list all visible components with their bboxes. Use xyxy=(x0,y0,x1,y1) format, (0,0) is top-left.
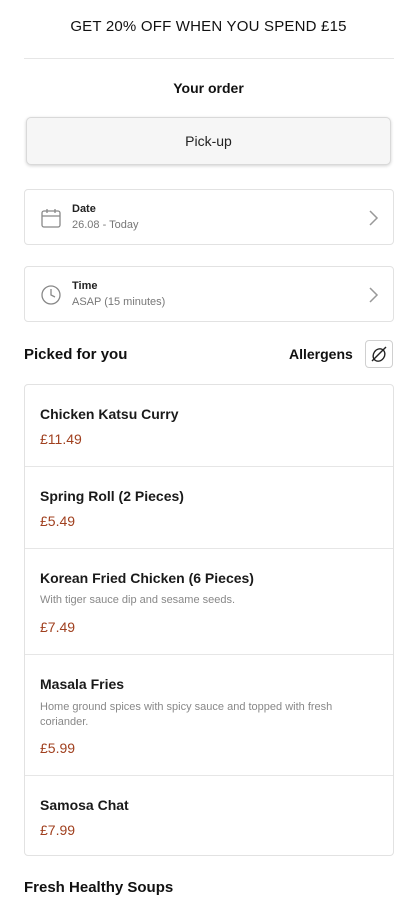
allergens-button[interactable] xyxy=(365,340,393,368)
menu-list: Chicken Katsu Curry £11.49 Spring Roll (… xyxy=(24,384,394,856)
time-label: Time xyxy=(72,280,98,292)
item-name: Spring Roll (2 Pieces) xyxy=(40,488,184,504)
order-title: Your order xyxy=(173,80,244,96)
section-title-fresh-healthy-soups: Fresh Healthy Soups xyxy=(24,879,174,896)
item-price: £5.49 xyxy=(40,513,76,529)
date-value: 26.08 - Today xyxy=(72,219,139,231)
item-name: Chicken Katsu Curry xyxy=(40,406,179,422)
item-price: £7.99 xyxy=(40,822,76,838)
calendar-icon xyxy=(41,209,61,228)
item-name: Korean Fried Chicken (6 Pieces) xyxy=(40,570,254,586)
allergen-filter-icon xyxy=(371,346,387,362)
pickup-button[interactable]: Pick-up xyxy=(26,117,391,165)
item-name: Samosa Chat xyxy=(40,797,129,813)
chevron-right-icon xyxy=(369,210,379,226)
time-selector[interactable]: Time ASAP (15 minutes) xyxy=(24,266,394,322)
item-price: £11.49 xyxy=(40,431,82,447)
divider xyxy=(24,58,394,59)
menu-item[interactable]: Spring Roll (2 Pieces) £5.49 xyxy=(25,467,393,549)
date-selector[interactable]: Date 26.08 - Today xyxy=(24,189,394,245)
section-title-picked-for-you: Picked for you xyxy=(24,346,128,363)
menu-item[interactable]: Samosa Chat £7.99 xyxy=(25,776,393,855)
item-description: Home ground spices with spicy sauce and … xyxy=(40,701,333,728)
time-value: ASAP (15 minutes) xyxy=(72,296,166,308)
allergens-label[interactable]: Allergens xyxy=(289,346,353,362)
menu-item[interactable]: Korean Fried Chicken (6 Pieces) With tig… xyxy=(25,549,393,655)
date-label: Date xyxy=(72,203,96,215)
menu-item[interactable]: Masala Fries Home ground spices with spi… xyxy=(25,655,393,776)
item-name: Masala Fries xyxy=(40,676,125,692)
item-description: With tiger sauce dip and sesame seeds. xyxy=(40,594,236,606)
item-price: £5.99 xyxy=(40,740,76,756)
promo-banner: GET 20% OFF WHEN YOU SPEND £15 xyxy=(70,17,347,35)
chevron-right-icon xyxy=(369,287,379,303)
menu-item[interactable]: Chicken Katsu Curry £11.49 xyxy=(25,385,393,467)
item-price: £7.49 xyxy=(40,619,76,635)
clock-icon xyxy=(41,285,61,305)
